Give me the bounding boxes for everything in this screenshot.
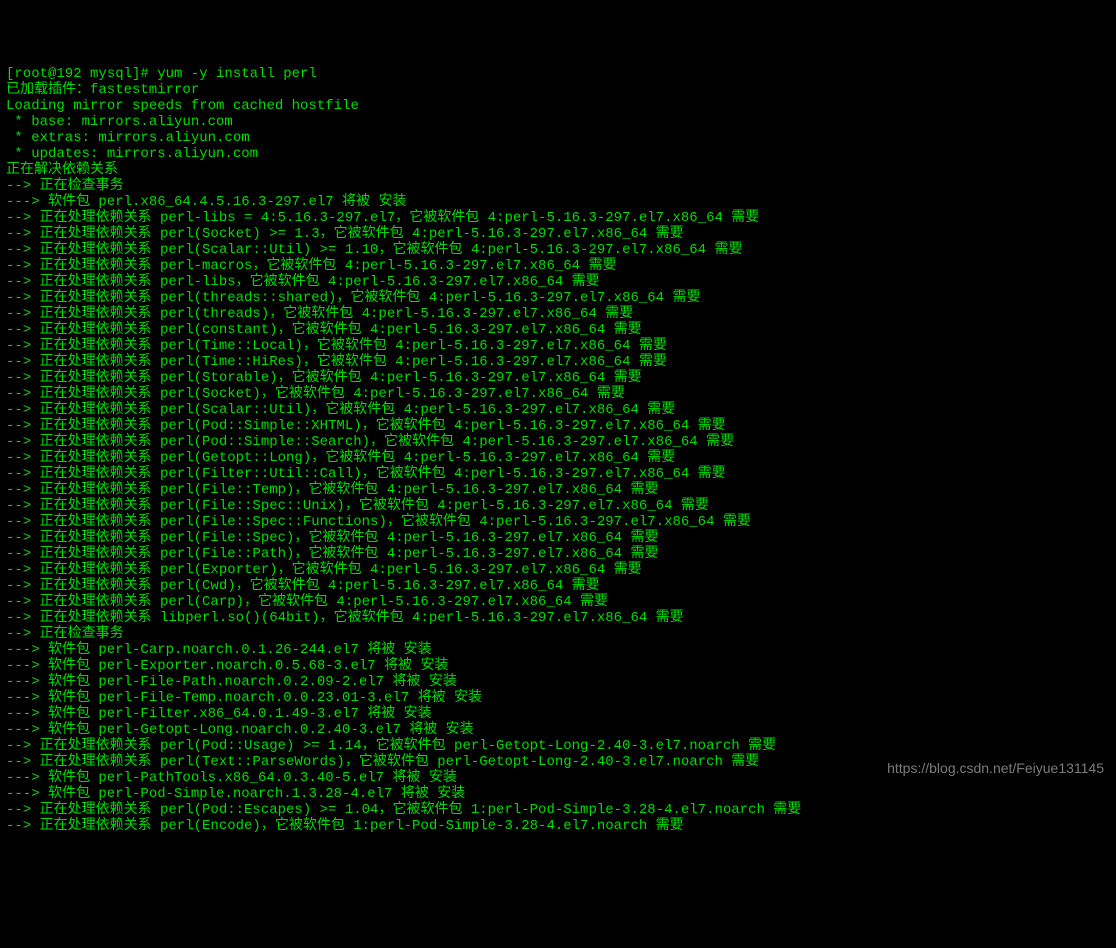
terminal-line: --> 正在处理依赖关系 perl(threads::shared)，它被软件包…	[6, 290, 1110, 306]
terminal-line: --> 正在处理依赖关系 perl(Exporter)，它被软件包 4:perl…	[6, 562, 1110, 578]
terminal-line: --> 正在处理依赖关系 perl(Pod::Usage) >= 1.14，它被…	[6, 738, 1110, 754]
terminal-line: ---> 软件包 perl-Carp.noarch.0.1.26-244.el7…	[6, 642, 1110, 658]
terminal-line: --> 正在处理依赖关系 perl(Pod::Escapes) >= 1.04，…	[6, 802, 1110, 818]
terminal-line: ---> 软件包 perl-Getopt-Long.noarch.0.2.40-…	[6, 722, 1110, 738]
terminal-line: --> 正在处理依赖关系 perl(Pod::Simple::XHTML)，它被…	[6, 418, 1110, 434]
terminal-line: --> 正在处理依赖关系 perl(constant)，它被软件包 4:perl…	[6, 322, 1110, 338]
terminal-line: --> 正在处理依赖关系 perl(Getopt::Long)，它被软件包 4:…	[6, 450, 1110, 466]
terminal-line: --> 正在处理依赖关系 perl(Carp)，它被软件包 4:perl-5.1…	[6, 594, 1110, 610]
terminal-line: --> 正在处理依赖关系 perl(File::Path)，它被软件包 4:pe…	[6, 546, 1110, 562]
terminal-line: ---> 软件包 perl-Filter.x86_64.0.1.49-3.el7…	[6, 706, 1110, 722]
terminal-line: [root@192 mysql]# yum -y install perl	[6, 66, 1110, 82]
terminal-line: --> 正在处理依赖关系 perl(Scalar::Util)，它被软件包 4:…	[6, 402, 1110, 418]
terminal-line: 已加载插件：fastestmirror	[6, 82, 1110, 98]
terminal-line: * extras: mirrors.aliyun.com	[6, 130, 1110, 146]
terminal-line: --> 正在处理依赖关系 perl(threads)，它被软件包 4:perl-…	[6, 306, 1110, 322]
terminal-line: --> 正在处理依赖关系 perl(Text::ParseWords)，它被软件…	[6, 754, 1110, 770]
terminal-line: --> 正在处理依赖关系 perl(Socket) >= 1.3，它被软件包 4…	[6, 226, 1110, 242]
terminal-line: --> 正在处理依赖关系 perl(File::Spec)，它被软件包 4:pe…	[6, 530, 1110, 546]
terminal-line: --> 正在处理依赖关系 perl(File::Spec::Unix)，它被软件…	[6, 498, 1110, 514]
terminal-line: ---> 软件包 perl-File-Temp.noarch.0.0.23.01…	[6, 690, 1110, 706]
terminal-line: Loading mirror speeds from cached hostfi…	[6, 98, 1110, 114]
terminal-output[interactable]: [root@192 mysql]# yum -y install perl已加载…	[0, 64, 1116, 836]
terminal-line: --> 正在处理依赖关系 libperl.so()(64bit)，它被软件包 4…	[6, 610, 1110, 626]
terminal-line: --> 正在处理依赖关系 perl(Time::Local)，它被软件包 4:p…	[6, 338, 1110, 354]
terminal-line: * updates: mirrors.aliyun.com	[6, 146, 1110, 162]
terminal-line: ---> 软件包 perl-Exporter.noarch.0.5.68-3.e…	[6, 658, 1110, 674]
terminal-line: ---> 软件包 perl-File-Path.noarch.0.2.09-2.…	[6, 674, 1110, 690]
terminal-line: --> 正在处理依赖关系 perl(Socket)，它被软件包 4:perl-5…	[6, 386, 1110, 402]
terminal-line: --> 正在处理依赖关系 perl(Scalar::Util) >= 1.10，…	[6, 242, 1110, 258]
terminal-line: --> 正在处理依赖关系 perl(Pod::Simple::Search)，它…	[6, 434, 1110, 450]
terminal-line: --> 正在检查事务	[6, 178, 1110, 194]
terminal-line: --> 正在处理依赖关系 perl(Time::HiRes)，它被软件包 4:p…	[6, 354, 1110, 370]
terminal-line: --> 正在处理依赖关系 perl-libs，它被软件包 4:perl-5.16…	[6, 274, 1110, 290]
terminal-line: ---> 软件包 perl-Pod-Simple.noarch.1.3.28-4…	[6, 786, 1110, 802]
terminal-line: 正在解决依赖关系	[6, 162, 1110, 178]
terminal-line: ---> 软件包 perl-PathTools.x86_64.0.3.40-5.…	[6, 770, 1110, 786]
terminal-line: --> 正在处理依赖关系 perl-libs = 4:5.16.3-297.el…	[6, 210, 1110, 226]
terminal-line: --> 正在处理依赖关系 perl(Encode)，它被软件包 1:perl-P…	[6, 818, 1110, 834]
terminal-line: --> 正在处理依赖关系 perl(Filter::Util::Call)，它被…	[6, 466, 1110, 482]
terminal-line: --> 正在处理依赖关系 perl(Storable)，它被软件包 4:perl…	[6, 370, 1110, 386]
terminal-line: --> 正在处理依赖关系 perl-macros，它被软件包 4:perl-5.…	[6, 258, 1110, 274]
terminal-line: --> 正在处理依赖关系 perl(Cwd)，它被软件包 4:perl-5.16…	[6, 578, 1110, 594]
terminal-line: * base: mirrors.aliyun.com	[6, 114, 1110, 130]
terminal-line: --> 正在处理依赖关系 perl(File::Temp)，它被软件包 4:pe…	[6, 482, 1110, 498]
terminal-line: --> 正在检查事务	[6, 626, 1110, 642]
terminal-line: ---> 软件包 perl.x86_64.4.5.16.3-297.el7 将被…	[6, 194, 1110, 210]
terminal-line: --> 正在处理依赖关系 perl(File::Spec::Functions)…	[6, 514, 1110, 530]
